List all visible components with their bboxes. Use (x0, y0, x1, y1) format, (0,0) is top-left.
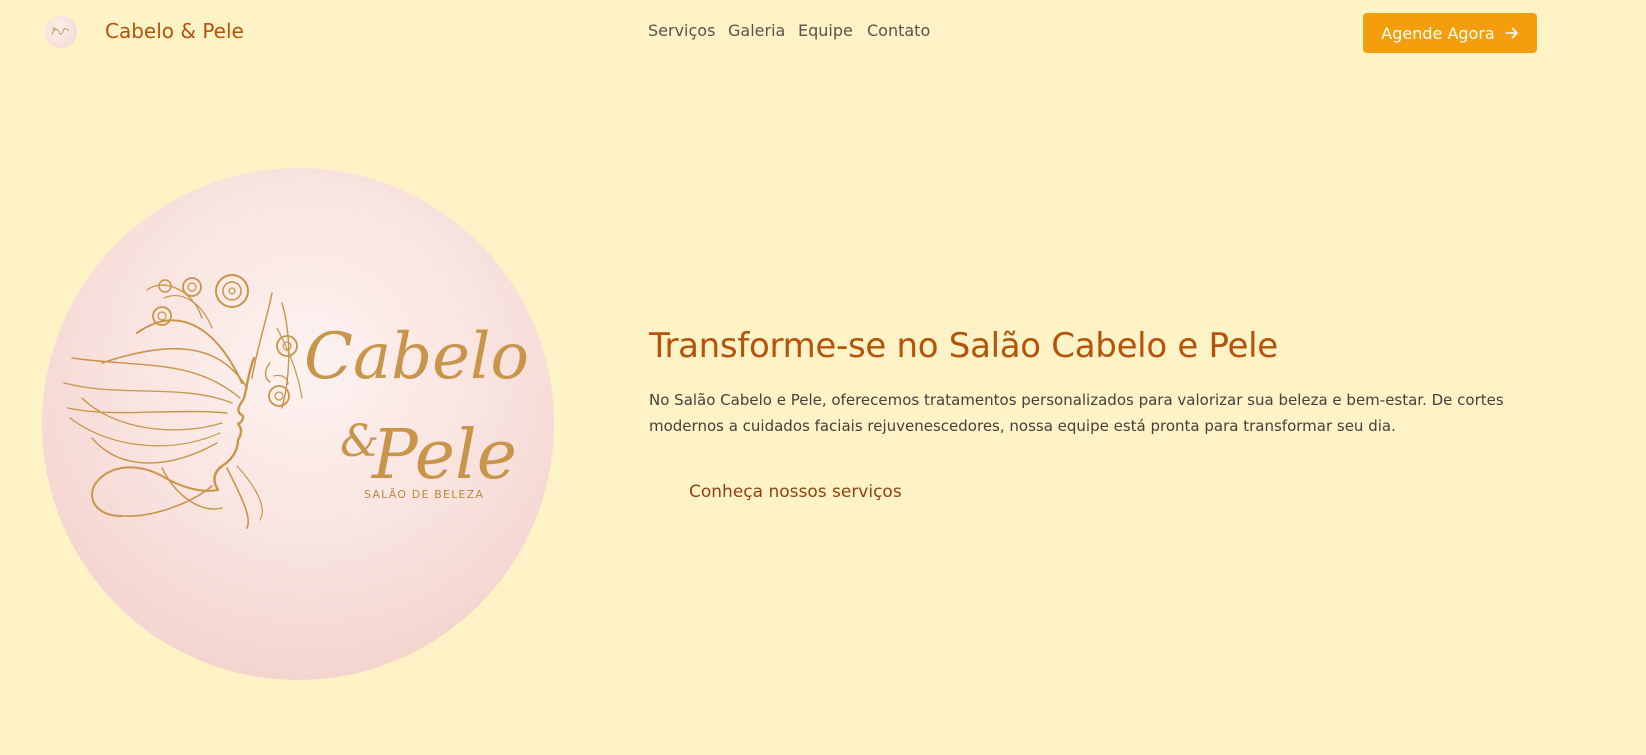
logo-tagline: SALÃO DE BELEZA (364, 488, 484, 501)
mini-logo-icon (51, 27, 70, 36)
nav-link-servicos[interactable]: Serviços (648, 21, 715, 40)
page: Cabelo & Pele Serviços Galeria Equipe Co… (0, 0, 1646, 755)
salon-logo-image: Cabelo & Pele SALÃO DE BELEZA (42, 168, 554, 680)
hero-headline: Transforme-se no Salão Cabelo e Pele (649, 326, 1278, 366)
nav-link-contato[interactable]: Contato (867, 21, 930, 40)
salon-logo-artwork: Cabelo & Pele SALÃO DE BELEZA (63, 274, 529, 529)
schedule-now-button[interactable]: Agende Agora (1363, 13, 1537, 53)
nav-link-equipe[interactable]: Equipe (798, 21, 853, 40)
view-services-link[interactable]: Conheça nossos serviços (689, 482, 902, 502)
logo-wordmark-pele: Pele (370, 416, 517, 495)
logo-thumbnail[interactable] (45, 16, 77, 48)
nav-link-galeria[interactable]: Galeria (728, 21, 785, 40)
hero-description: No Salão Cabelo e Pele, oferecemos trata… (649, 391, 1504, 435)
schedule-now-label: Agende Agora (1381, 23, 1495, 43)
logo-wordmark-cabelo: Cabelo (304, 320, 529, 394)
brand-name[interactable]: Cabelo & Pele (105, 19, 244, 43)
arrow-right-icon (1504, 27, 1519, 39)
